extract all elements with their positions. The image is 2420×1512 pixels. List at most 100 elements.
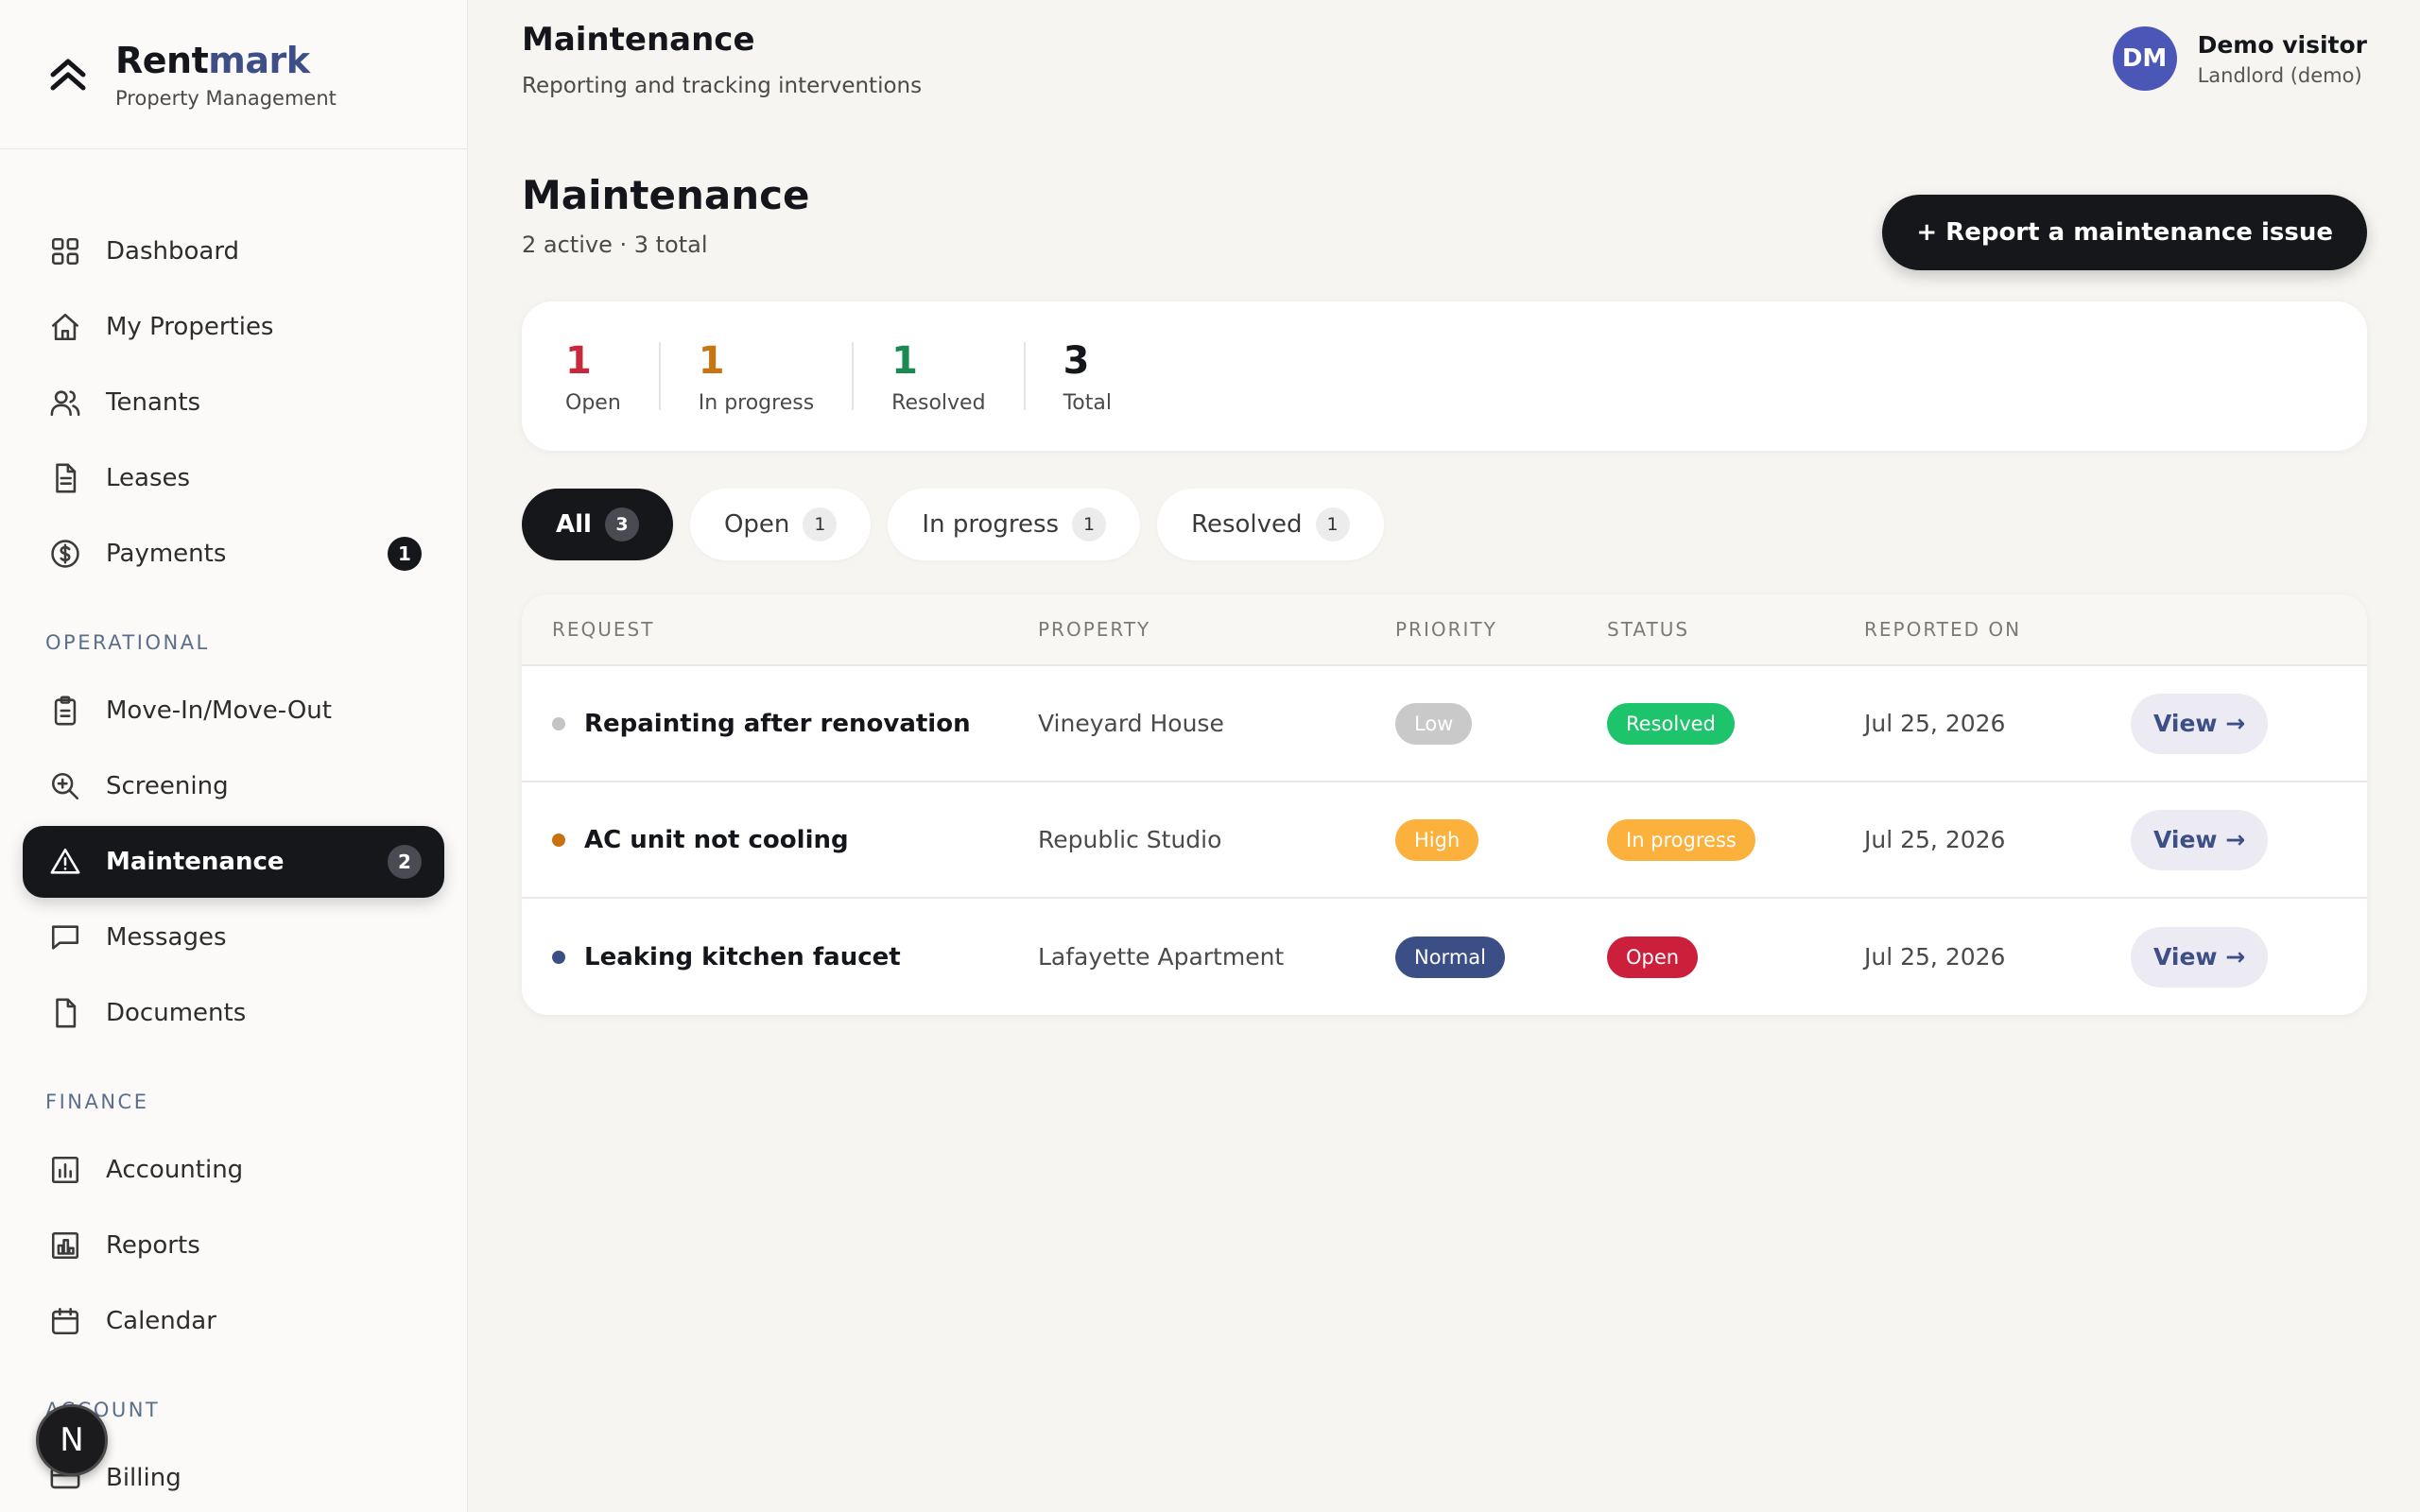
main-content: Maintenance 2 active · 3 total + Report … (522, 151, 2367, 1015)
view-button[interactable]: View → (2131, 809, 2269, 870)
column-header-status[interactable]: STATUS (1607, 618, 1864, 641)
request-cell: Repainting after renovation (522, 710, 1038, 738)
bar-chart-icon (51, 1156, 79, 1184)
filter-tab-all[interactable]: All 3 (522, 489, 673, 560)
filter-tab-in-progress[interactable]: In progress 1 (888, 489, 1141, 560)
sidebar-item-label: Messages (106, 923, 227, 952)
status-badge: Resolved (1607, 702, 1735, 745)
view-button[interactable]: View → (2131, 693, 2269, 754)
sidebar-item-tenants[interactable]: Tenants (23, 367, 444, 438)
priority-cell: High (1395, 818, 1607, 861)
table-row[interactable]: Repainting after renovation Vineyard Hou… (522, 666, 2367, 782)
logo-chevrons-icon (50, 59, 86, 90)
user-menu[interactable]: DM Demo visitor Landlord (demo) (2112, 26, 2367, 91)
sidebar-item-screening[interactable]: Screening (23, 750, 444, 822)
request-cell: Leaking kitchen faucet (522, 943, 1038, 971)
sidebar-item-payments[interactable]: Payments 1 (23, 518, 444, 590)
zoom-icon (51, 772, 79, 800)
message-icon (51, 925, 79, 950)
sidebar-item-label: Screening (106, 772, 229, 800)
sidebar-item-calendar[interactable]: Calendar (23, 1285, 444, 1357)
section-title-finance: FINANCE (45, 1091, 149, 1113)
sidebar-item-messages[interactable]: Messages (23, 902, 444, 973)
file-icon (56, 463, 77, 493)
column-header-property[interactable]: PROPERTY (1038, 618, 1395, 641)
status-cell: Open (1607, 936, 1864, 978)
sidebar-item-move-in-move-out[interactable]: Move-In/Move-Out (23, 675, 444, 747)
status-cell: Resolved (1607, 702, 1864, 745)
stat-label: Total (1063, 391, 1112, 415)
top-header: Maintenance Reporting and tracking inter… (522, 0, 2420, 132)
brand-name: Rentmark (115, 40, 337, 81)
request-title: Repainting after renovation (584, 709, 971, 738)
table-header: REQUEST PROPERTY PRIORITY STATUS REPORTE… (522, 594, 2367, 666)
home-icon (51, 313, 79, 341)
user-role: Landlord (demo) (2197, 63, 2362, 87)
calendar-icon (51, 1307, 79, 1335)
priority-badge: High (1395, 818, 1479, 861)
stat-label: In progress (698, 391, 815, 415)
request-cell: AC unit not cooling (522, 826, 1038, 854)
action-cell: View → (2131, 693, 2367, 754)
reported-date: Jul 25, 2026 (1864, 710, 2006, 737)
sidebar-item-my-properties[interactable]: My Properties (23, 291, 444, 363)
avatar[interactable]: DM (2112, 26, 2177, 91)
brand[interactable]: Rentmark Property Management (0, 0, 467, 149)
warning-icon (50, 848, 80, 874)
status-badge: In progress (1607, 818, 1755, 861)
filter-tab-open[interactable]: Open 1 (689, 489, 872, 560)
column-header-request[interactable]: REQUEST (522, 618, 1038, 641)
filter-label: Open (723, 510, 790, 539)
sidebar-item-label: Calendar (106, 1307, 216, 1335)
user-name: Demo visitor (2197, 30, 2367, 59)
sidebar-item-reports[interactable]: Reports (23, 1210, 444, 1281)
stat-in-progress: 1 In progress (699, 342, 855, 415)
section-title-operational: OPERATIONAL (45, 631, 210, 654)
sidebar-item-documents[interactable]: Documents (23, 977, 444, 1049)
brand-text: Rentmark Property Management (115, 40, 337, 110)
floating-action-button[interactable]: N (36, 1404, 108, 1476)
reported-date: Jul 25, 2026 (1864, 826, 2006, 853)
stat-label: Open (565, 391, 621, 415)
stat-resolved: 1 Resolved (891, 339, 1026, 415)
report-issue-button[interactable]: + Report a maintenance issue (1882, 195, 2367, 270)
filter-tab-resolved[interactable]: Resolved 1 (1157, 489, 1384, 560)
stat-open: 1 Open (565, 342, 661, 415)
request-title: AC unit not cooling (584, 825, 849, 854)
stat-value: 1 (891, 339, 919, 383)
clipboard-icon (54, 696, 77, 726)
sidebar-item-leases[interactable]: Leases (23, 442, 444, 514)
filter-count: 3 (604, 507, 639, 541)
sidebar-item-label: My Properties (106, 313, 274, 341)
table-row[interactable]: AC unit not cooling Republic Studio High… (522, 782, 2367, 899)
sidebar-item-label: Dashboard (106, 237, 240, 266)
sidebar-item-label: Maintenance (106, 848, 285, 876)
table-row[interactable]: Leaking kitchen faucet Lafayette Apartme… (522, 899, 2367, 1015)
brand-name-main: Rent (115, 39, 209, 81)
reported-date: Jul 25, 2026 (1864, 943, 2006, 971)
status-badge: Open (1607, 936, 1699, 978)
sidebar-item-maintenance[interactable]: Maintenance 2 (23, 826, 444, 898)
stat-total: 3 Total (1063, 342, 1150, 415)
brand-subtitle: Property Management (115, 86, 337, 110)
view-button[interactable]: View → (2131, 926, 2269, 988)
header-subtitle: Reporting and tracking interventions (522, 74, 923, 98)
column-header-priority[interactable]: PRIORITY (1395, 618, 1607, 641)
sidebar-item-label: Leases (106, 464, 191, 492)
sidebar-item-label: Billing (106, 1464, 182, 1492)
sidebar-item-dashboard[interactable]: Dashboard (23, 215, 444, 287)
document-icon (56, 998, 77, 1028)
sidebar-item-accounting[interactable]: Accounting (23, 1134, 444, 1206)
status-filter-tabs: All 3 Open 1 In progress 1 Resolved 1 (522, 489, 2367, 560)
priority-cell: Normal (1395, 936, 1607, 978)
user-info: Demo visitor Landlord (demo) (2198, 31, 2367, 87)
maintenance-badge: 2 (388, 845, 422, 879)
action-cell: View → (2131, 809, 2367, 870)
dollar-circle-icon (51, 540, 79, 568)
column-header-reported-on[interactable]: REPORTED ON (1864, 618, 2131, 641)
payments-badge: 1 (388, 537, 422, 571)
sidebar-item-label: Reports (106, 1231, 200, 1260)
sidebar-item-label: Documents (106, 999, 247, 1027)
filter-count: 1 (1315, 507, 1350, 541)
status-dot (552, 716, 565, 730)
